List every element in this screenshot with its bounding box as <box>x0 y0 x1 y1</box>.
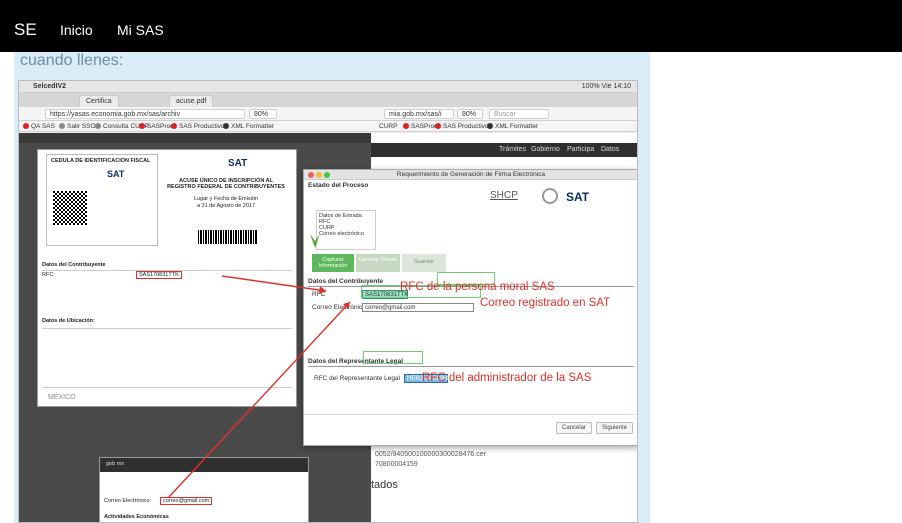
pdf-datos-contribuyente: Datos del Contribuyente <box>42 262 106 268</box>
bookmark-item: Salir SSO <box>59 123 96 130</box>
mac-app-name: SelcedIV2 <box>33 83 67 90</box>
instruction-text: cuando llenes: <box>20 52 124 69</box>
rfc-rep-highlight-box <box>363 351 423 364</box>
close-icon[interactable] <box>308 172 314 178</box>
barcode <box>198 230 258 244</box>
bookmark-item: SAS Productivo <box>435 123 489 130</box>
next-button[interactable]: Siguiente <box>596 422 634 434</box>
qr-code <box>53 191 87 225</box>
url-left: https://yasas.economia.gob.mx/sas/archiv <box>45 109 245 119</box>
gob-nav-item: Gobierno <box>531 146 560 153</box>
cedula-card: CEDULA DE IDENTIFICACION FISCAL SAT <box>46 154 158 246</box>
divider <box>304 414 637 415</box>
cedula-title: CEDULA DE IDENTIFICACION FISCAL <box>51 158 151 164</box>
mexico-logo: MÉXICO <box>48 394 76 401</box>
mac-menubar: SelcedIV2 100% Vie 14:10 <box>19 81 637 93</box>
zoom-icon[interactable] <box>324 172 330 178</box>
bookmark-item: QA SAS <box>23 123 55 130</box>
datos-entrada-box: Datos de Entrada RFC CURP Correo electró… <box>316 210 376 250</box>
step-guardar: Guardar <box>402 254 446 272</box>
gobmx-band: gob mx <box>100 458 308 472</box>
tab-certifica: Certifica <box>79 95 119 107</box>
pdf-table-lines <box>42 328 292 388</box>
pdf-correo-label: Correo Electrónico: <box>104 498 152 504</box>
divider <box>308 366 634 367</box>
cancel-button[interactable]: Cancelar <box>556 422 593 434</box>
gob-nav-item: Participa <box>567 146 595 153</box>
callout-rfc: RFC de la persona moral SAS <box>400 281 555 293</box>
brand-logo[interactable]: SE <box>14 20 37 40</box>
browser-tabs: Certifica acuse.pdf <box>19 93 637 107</box>
mac-status: 100% Vie 14:10 <box>581 83 631 90</box>
entrada-item: Correo electrónico <box>319 231 364 237</box>
url-right: mia.gob.mx/sas/i <box>384 109 454 119</box>
seal-icon <box>542 188 558 204</box>
bookmark-item: XML Formatter <box>487 123 538 130</box>
gob-nav-item: Datos <box>601 146 620 153</box>
shcp-logo: SHCP <box>490 190 518 201</box>
bookmark-item: CURP <box>379 123 398 130</box>
rfc-label: RFC <box>312 291 326 298</box>
bookmark-item: SASProd <box>139 123 174 130</box>
nav-inicio[interactable]: Inicio <box>60 22 93 38</box>
pdf-correo-value: correo@gmail.com <box>160 497 213 505</box>
gob-navbar: Trámites Gobierno Participa Datos <box>371 143 637 157</box>
step-capturar: Capturar Información <box>312 254 354 272</box>
pdf-page-2: gob mx Correo Electrónico: correo@gmail.… <box>99 457 309 522</box>
sat-logo-dialog: SAT <box>566 190 590 204</box>
bookmarks-bar: QA SAS Salir SSO Consulta CURP SASProd S… <box>19 121 637 132</box>
bookmark-item: SAS Productivo <box>171 123 225 130</box>
datos-contribuyente-heading: Datos del Contribuyente <box>308 278 384 285</box>
bookmark-item: XML Formatter <box>223 123 274 130</box>
cert-filename: 0052/940500100000300028476.cer <box>375 451 486 458</box>
pdf-page-acuse: CEDULA DE IDENTIFICACION FISCAL SAT SAT … <box>37 149 297 407</box>
bookmark-item: SASProd <box>403 123 438 130</box>
zoom-right: 80% <box>457 109 483 119</box>
fecha-emision: a 31 de Agosto de 2017 <box>196 203 256 209</box>
correo-field[interactable]: correo@gmail.com <box>362 303 474 312</box>
minimize-icon[interactable] <box>316 172 322 178</box>
step-generar: Generar Claves <box>356 254 400 272</box>
tab-acuse: acuse.pdf <box>169 95 214 107</box>
section-fragment: tados <box>371 479 398 491</box>
search-box: Buscar <box>489 109 549 119</box>
pdf-table-lines <box>42 270 292 310</box>
pdf-datos-ubicacion: Datos de Ubicación: <box>42 318 95 324</box>
correo-label: Correo Electrónico <box>312 304 366 311</box>
callout-rfc-admin: RFC del administrador de la SAS <box>422 372 592 384</box>
sat-logo-small: SAT <box>107 169 125 179</box>
browser-url-row: https://yasas.economia.gob.mx/sas/archiv… <box>19 107 637 121</box>
gob-nav-item: Trámites <box>499 146 526 153</box>
estado-proceso-heading: Estado del Proceso <box>308 182 369 189</box>
dialog-titlebar: Requerimiento de Generación de Firma Ele… <box>304 170 637 180</box>
pdf-actividades: Actividades Económicas <box>104 514 169 520</box>
pdf-toolbar <box>19 133 371 143</box>
cert-number: 70800004159 <box>375 461 418 468</box>
acuse-title: ACUSE ÚNICO DE INSCRIPCIÓN AL REGISTRO F… <box>167 178 285 190</box>
nav-mi-sas[interactable]: Mi SAS <box>117 22 164 38</box>
rfc-rep-label: RFC del Representante Legal <box>314 375 400 382</box>
lugar-fecha: Lugar y Fecha de Emisión <box>194 196 258 202</box>
top-navbar: SE Inicio Mi SAS <box>0 0 902 52</box>
callout-correo: Correo registrado en SAT <box>480 297 611 309</box>
zoom-left: 80% <box>249 109 277 119</box>
sat-logo: SAT <box>228 158 248 169</box>
